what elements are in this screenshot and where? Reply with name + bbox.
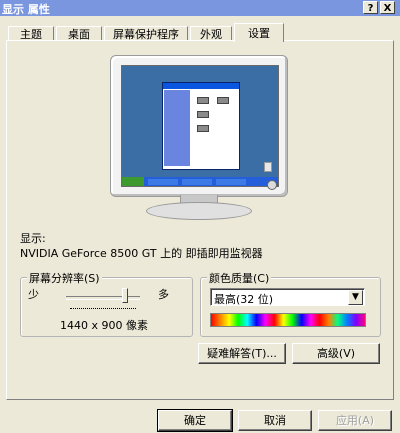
resolution-slider[interactable] <box>66 296 140 300</box>
drive-icon <box>197 97 209 104</box>
preview-window-titlebar <box>163 83 239 89</box>
tab-settings[interactable]: 设置 <box>234 23 284 42</box>
monitor-stand <box>146 202 252 220</box>
color-quality-value: 最高(32 位) <box>214 293 274 306</box>
drive-icon <box>197 111 209 118</box>
resolution-value: 1440 x 900 像素 <box>60 319 148 332</box>
display-label: 显示: <box>20 232 46 245</box>
resolution-slider-thumb[interactable] <box>122 288 128 303</box>
monitor-preview <box>110 55 290 220</box>
taskbar-item <box>148 179 178 185</box>
cancel-button[interactable]: 取消 <box>238 410 312 431</box>
display-device: NVIDIA GeForce 8500 GT 上的 即插即用监视器 <box>20 247 263 260</box>
advanced-button[interactable]: 高级(V) <box>292 343 380 364</box>
apply-button[interactable]: 应用(A) <box>318 410 392 431</box>
monitor-screen <box>121 65 279 187</box>
resolution-less-label: 少 <box>28 288 39 301</box>
preview-window <box>162 82 240 170</box>
resolution-more-label: 多 <box>158 288 169 301</box>
resolution-ticks <box>70 308 136 311</box>
preview-taskbar <box>122 177 278 186</box>
chevron-down-icon[interactable]: ▼ <box>348 290 363 305</box>
power-button-icon <box>267 180 277 190</box>
window-title: 显示 属性 <box>2 3 50 16</box>
drive-icon <box>217 97 229 104</box>
color-spectrum-bar <box>210 313 366 327</box>
drive-icon <box>197 125 209 132</box>
color-quality-group: 颜色质量(C) <box>200 270 381 337</box>
recycle-bin-icon <box>264 162 272 172</box>
preview-window-sidebar <box>164 90 190 166</box>
troubleshoot-button[interactable]: 疑难解答(T)... <box>198 343 286 364</box>
color-quality-group-label: 颜色质量(C) <box>207 270 272 286</box>
close-button[interactable]: X <box>380 1 395 14</box>
color-quality-select[interactable]: 最高(32 位) ▼ <box>210 288 365 306</box>
ok-button[interactable]: 确定 <box>157 409 233 432</box>
taskbar-item <box>182 179 212 185</box>
resolution-group-label: 屏幕分辨率(S) <box>27 270 102 286</box>
monitor-bezel <box>110 55 288 197</box>
taskbar-item <box>216 179 246 185</box>
title-bar: 显示 属性 ? X <box>0 0 400 16</box>
help-button[interactable]: ? <box>363 1 378 14</box>
tab-label: 设置 <box>248 27 270 40</box>
start-button-icon <box>122 177 144 186</box>
